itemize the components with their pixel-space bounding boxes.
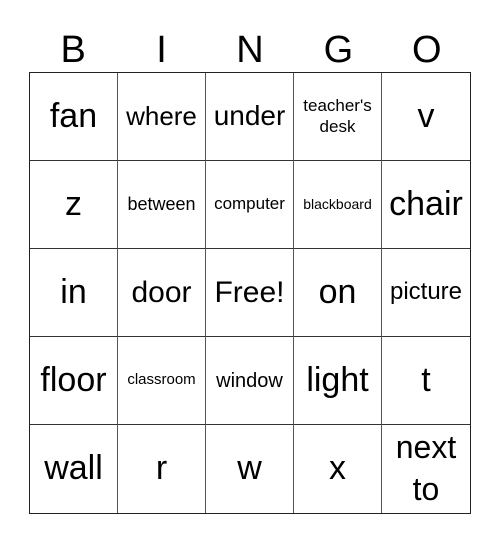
bingo-cell[interactable]: r — [118, 425, 206, 513]
bingo-cell[interactable]: floor — [30, 337, 118, 425]
bingo-cell[interactable]: door — [118, 249, 206, 337]
bingo-cell[interactable]: in — [30, 249, 118, 337]
bingo-cell[interactable]: computer — [206, 161, 294, 249]
bingo-cell[interactable]: z — [30, 161, 118, 249]
header-letter-b: B — [60, 29, 86, 71]
bingo-cell[interactable]: where — [118, 73, 206, 161]
bingo-cell[interactable]: chair — [382, 161, 470, 249]
bingo-cell[interactable]: window — [206, 337, 294, 425]
bingo-cell[interactable]: on — [294, 249, 382, 337]
header-letter-i: I — [156, 29, 167, 71]
bingo-cell[interactable]: classroom — [118, 337, 206, 425]
bingo-cell[interactable]: light — [294, 337, 382, 425]
bingo-cell[interactable]: next to — [382, 425, 470, 513]
bingo-cell[interactable]: t — [382, 337, 470, 425]
bingo-cell[interactable]: blackboard — [294, 161, 382, 249]
bingo-header: B I N G O — [29, 28, 471, 72]
free-space-cell[interactable]: Free! — [206, 249, 294, 337]
header-letter-o: O — [411, 29, 442, 71]
bingo-cell[interactable]: teacher's desk — [294, 73, 382, 161]
bingo-cell[interactable]: w — [206, 425, 294, 513]
bingo-cell[interactable]: under — [206, 73, 294, 161]
header-letter-n: N — [236, 29, 264, 71]
bingo-cell[interactable]: fan — [30, 73, 118, 161]
header-letter-g: G — [323, 29, 354, 71]
bingo-cell[interactable]: between — [118, 161, 206, 249]
bingo-card-grid: fan where under teacher's desk v z betwe… — [29, 72, 471, 514]
bingo-cell[interactable]: wall — [30, 425, 118, 513]
bingo-cell[interactable]: x — [294, 425, 382, 513]
bingo-cell[interactable]: v — [382, 73, 470, 161]
bingo-cell[interactable]: picture — [382, 249, 470, 337]
